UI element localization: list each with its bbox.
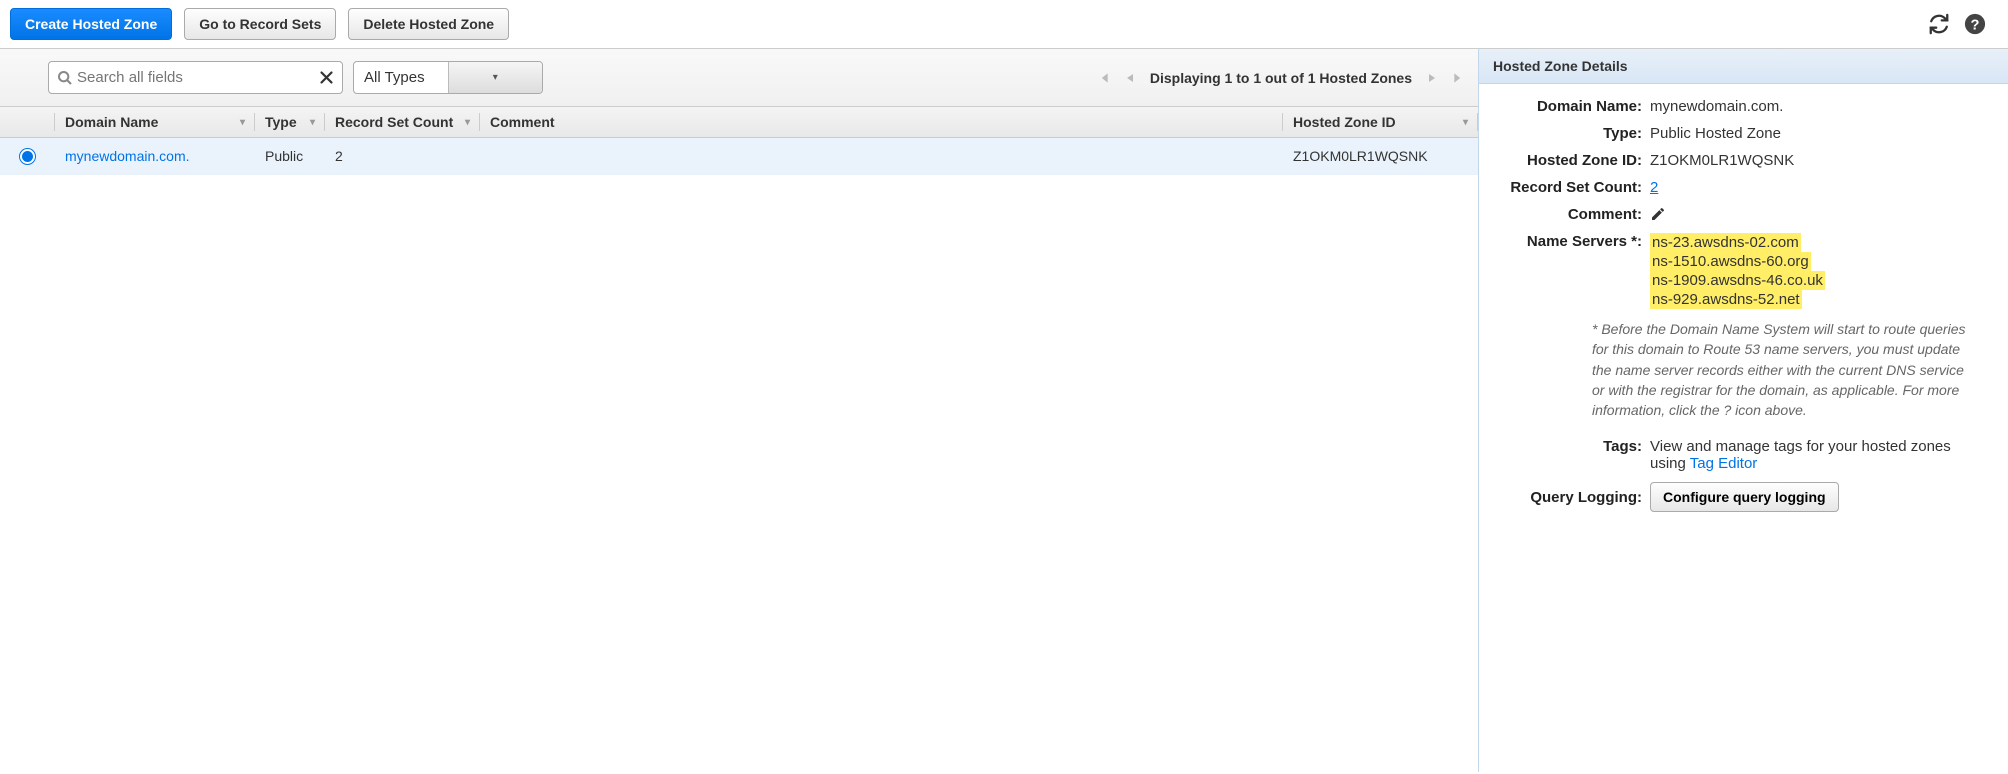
cell-comment (480, 141, 1283, 171)
label-domain: Domain Name: (1497, 98, 1642, 115)
table-row[interactable]: mynewdomain.com. Public 2 Z1OKM0LR1WQSNK (0, 138, 1478, 175)
nameserver-note: * Before the Domain Name System will sta… (1497, 319, 1990, 420)
label-count: Record Set Count: (1497, 179, 1642, 196)
nameserver-entry: ns-1909.awsdns-46.co.uk (1650, 271, 1825, 290)
edit-comment-icon[interactable] (1650, 206, 1990, 222)
col-domain-name[interactable]: Domain Name▾ (55, 107, 255, 137)
label-tags: Tags: (1497, 438, 1642, 472)
prev-page-icon[interactable] (1124, 71, 1136, 85)
sort-icon: ▾ (465, 117, 470, 128)
help-icon[interactable]: ? (1964, 13, 1986, 35)
col-hosted-zone-id[interactable]: Hosted Zone ID▾ (1283, 107, 1478, 137)
details-pane: Hosted Zone Details Domain Name: mynewdo… (1478, 48, 2008, 772)
go-to-record-sets-button[interactable]: Go to Record Sets (184, 8, 336, 40)
col-record-set-count[interactable]: Record Set Count▾ (325, 107, 480, 137)
nameserver-entry: ns-929.awsdns-52.net (1650, 290, 1802, 309)
col-type[interactable]: Type▾ (255, 107, 325, 137)
first-page-icon[interactable] (1096, 71, 1110, 85)
value-type: Public Hosted Zone (1650, 125, 1990, 142)
nameserver-entry: ns-23.awsdns-02.com (1650, 233, 1801, 252)
configure-query-logging-button[interactable]: Configure query logging (1650, 482, 1839, 512)
label-comment: Comment: (1497, 206, 1642, 223)
cell-zoneid: Z1OKM0LR1WQSNK (1283, 141, 1478, 171)
sort-icon: ▾ (1463, 117, 1468, 128)
sort-icon: ▾ (240, 117, 245, 128)
record-set-count-link[interactable]: 2 (1650, 179, 1658, 196)
cell-type: Public (255, 141, 325, 171)
label-type: Type: (1497, 125, 1642, 142)
clear-search-icon[interactable] (319, 70, 334, 85)
chevron-down-icon: ▾ (448, 62, 543, 93)
type-filter-select[interactable]: All Types ▾ (353, 61, 543, 94)
hosted-zones-list-pane: All Types ▾ Displaying 1 to 1 out of 1 H… (0, 48, 1478, 772)
cell-count: 2 (325, 141, 480, 171)
action-toolbar: Create Hosted Zone Go to Record Sets Del… (0, 0, 2008, 48)
filter-bar: All Types ▾ Displaying 1 to 1 out of 1 H… (0, 49, 1478, 107)
refresh-icon[interactable] (1928, 13, 1950, 35)
search-input-wrapper (48, 61, 343, 94)
pagination-text: Displaying 1 to 1 out of 1 Hosted Zones (1150, 70, 1412, 86)
col-select (0, 107, 55, 137)
value-tags: View and manage tags for your hosted zon… (1650, 438, 1990, 472)
type-filter-value: All Types (354, 69, 448, 86)
details-header: Hosted Zone Details (1479, 49, 2008, 84)
sort-icon: ▾ (310, 117, 315, 128)
row-select-radio[interactable] (20, 149, 35, 164)
search-input[interactable] (77, 69, 319, 86)
label-zoneid: Hosted Zone ID: (1497, 152, 1642, 169)
domain-link[interactable]: mynewdomain.com. (65, 148, 190, 164)
search-icon (57, 70, 73, 86)
table-body: mynewdomain.com. Public 2 Z1OKM0LR1WQSNK (0, 138, 1478, 772)
pagination: Displaying 1 to 1 out of 1 Hosted Zones (1096, 70, 1466, 86)
value-nameservers: ns-23.awsdns-02.com ns-1510.awsdns-60.or… (1650, 233, 1990, 309)
value-zoneid: Z1OKM0LR1WQSNK (1650, 152, 1990, 169)
tag-editor-link[interactable]: Tag Editor (1690, 455, 1758, 472)
col-comment[interactable]: Comment (480, 107, 1283, 137)
delete-hosted-zone-button[interactable]: Delete Hosted Zone (348, 8, 509, 40)
create-hosted-zone-button[interactable]: Create Hosted Zone (10, 8, 172, 40)
value-domain: mynewdomain.com. (1650, 98, 1990, 115)
svg-text:?: ? (1971, 18, 1980, 34)
nameserver-entry: ns-1510.awsdns-60.org (1650, 252, 1811, 271)
label-query-logging: Query Logging: (1497, 489, 1642, 506)
table-header: Domain Name▾ Type▾ Record Set Count▾ Com… (0, 107, 1478, 138)
label-nameservers: Name Servers *: (1497, 233, 1642, 309)
next-page-icon[interactable] (1426, 71, 1438, 85)
last-page-icon[interactable] (1452, 71, 1466, 85)
